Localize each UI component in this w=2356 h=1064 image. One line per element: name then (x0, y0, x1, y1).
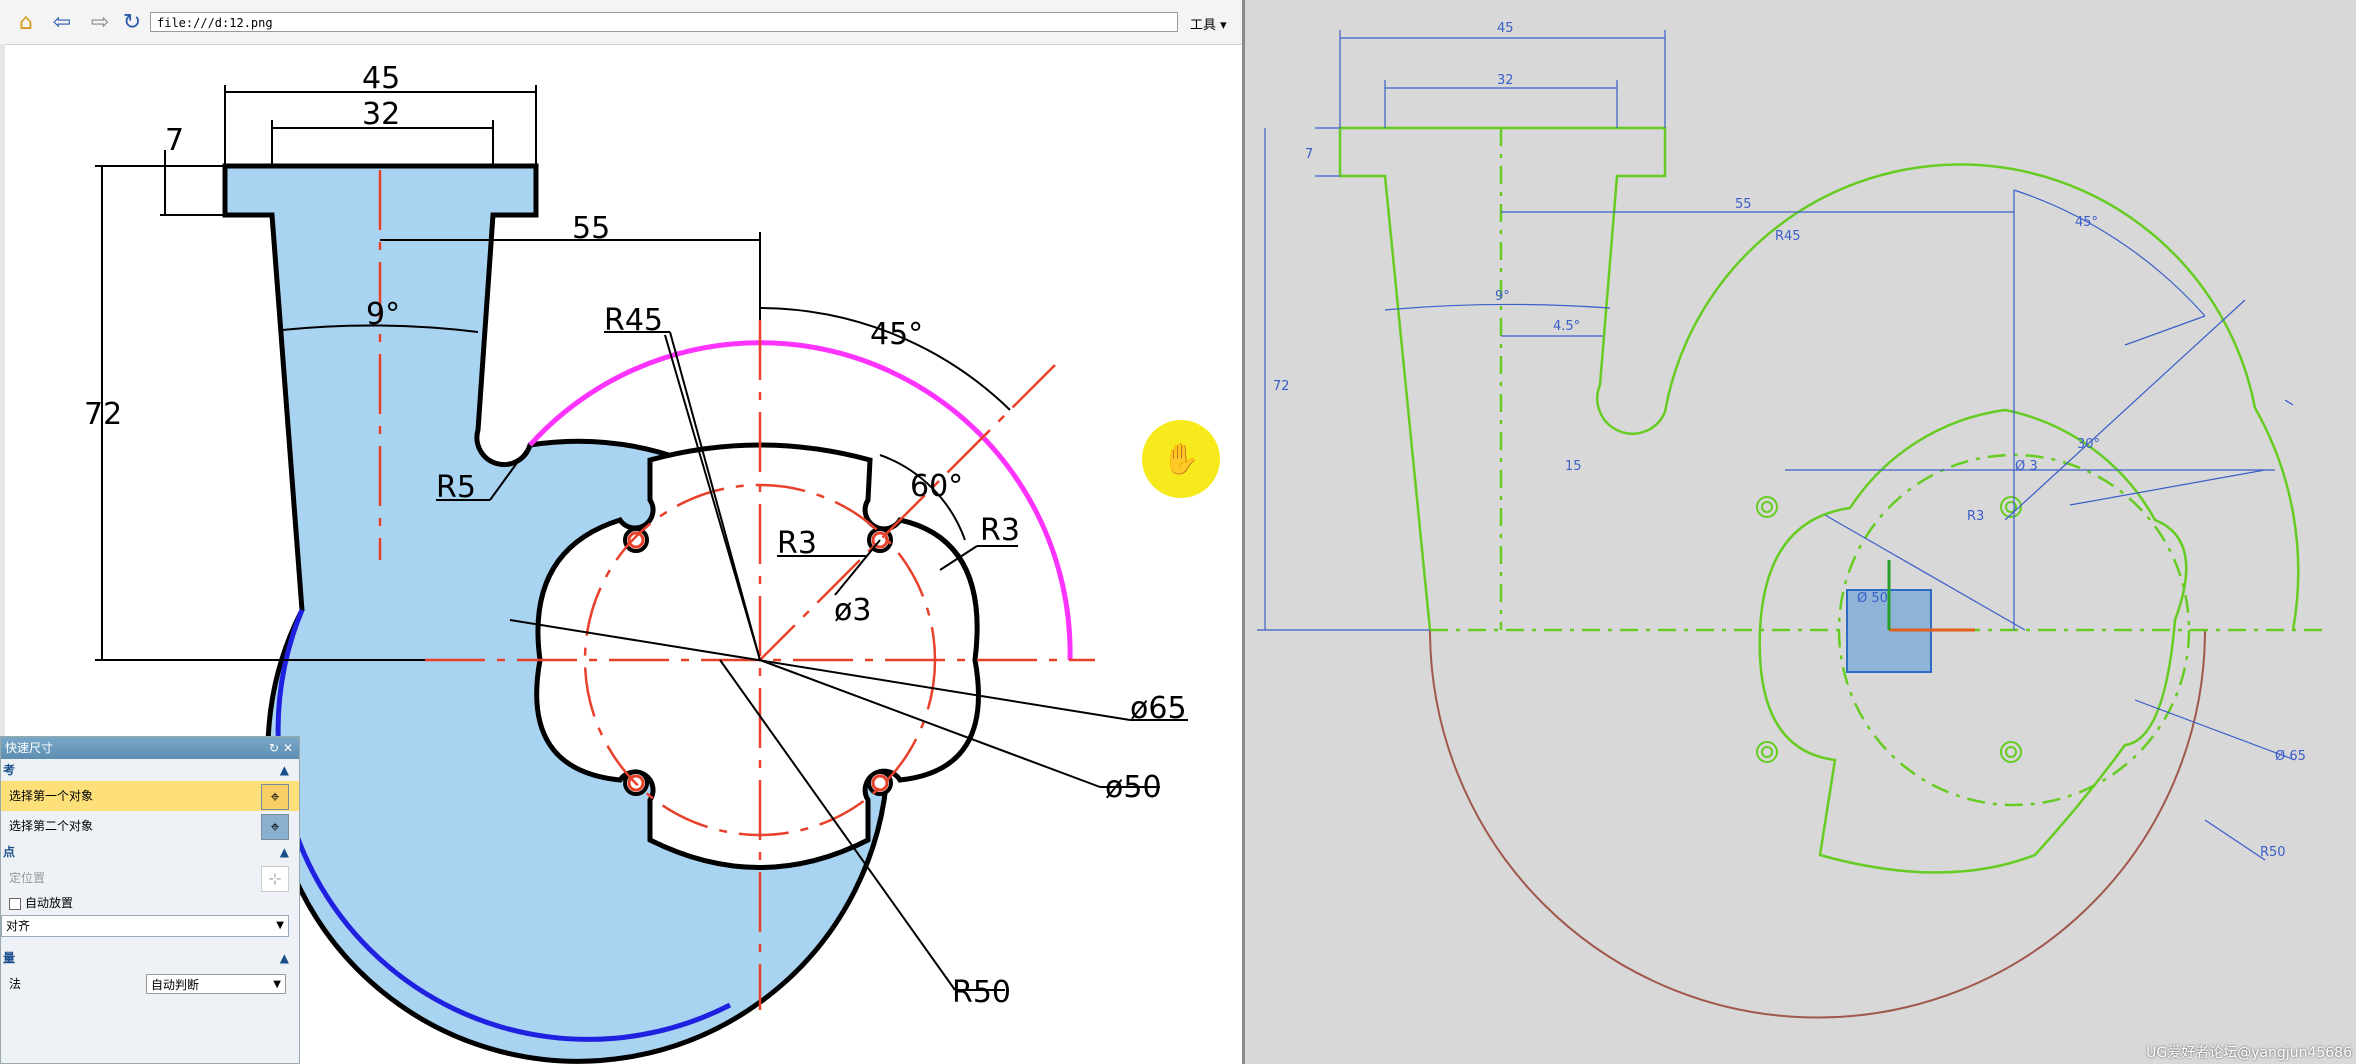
location-icon[interactable]: ⊹ (261, 866, 289, 892)
cad-dim-phi50: Ø 50 (1857, 591, 1888, 606)
select-second-object-row[interactable]: 选择第二个对象 ⌖ (1, 811, 299, 841)
collapse-icon: ▲ (279, 845, 289, 859)
reset-icon[interactable]: ↻ (269, 741, 279, 755)
cad-dim-r45: R45 (1775, 229, 1801, 244)
cad-dim-phi65: Ø 65 (2275, 749, 2306, 764)
cad-dim-r15: 15 (1565, 459, 1582, 474)
cad-viewport[interactable]: 45 32 7 72 55 9° 4.5° 15 R45 45° 30° Ø 3… (1245, 0, 2356, 1064)
cad-dim-32: 32 (1497, 73, 1514, 88)
cad-dim-55: 55 (1735, 197, 1752, 212)
dim-9deg: 9° (366, 297, 400, 332)
crosshair-icon[interactable]: ⌖ (261, 814, 289, 840)
auto-place-row[interactable]: 自动放置 (1, 893, 299, 913)
dim-r3-right: R3 (980, 513, 1020, 548)
cad-dim-4-5deg: 4.5° (1553, 319, 1580, 334)
dim-32: 32 (362, 97, 400, 132)
method-dropdown[interactable]: 自动判断 ▼ (146, 974, 286, 994)
cad-dim-r3: R3 (1967, 509, 1984, 524)
section-reference[interactable]: 考 ▲ (1, 759, 299, 781)
collapse-icon: ▲ (279, 763, 289, 777)
dim-phi50: ø50 (1105, 770, 1162, 805)
dim-phi65: ø65 (1130, 691, 1187, 726)
cad-dim-phi3: Ø 3 (2015, 459, 2038, 474)
watermark: UG爱好者论坛@yangjun45686 (2146, 1045, 2352, 1061)
cad-sketch[interactable]: 45 32 7 72 55 9° 4.5° 15 R45 45° 30° Ø 3… (1245, 0, 2356, 1064)
dialog-title: 快速尺寸 (5, 741, 54, 755)
dim-45deg: 45° (870, 317, 923, 352)
dim-72: 72 (84, 397, 122, 432)
close-icon[interactable]: ✕ (283, 741, 293, 755)
method-row: 法 自动判断 ▼ (1, 969, 299, 999)
dim-r3-left: R3 (777, 526, 817, 561)
dim-r50: R50 (952, 975, 1011, 1010)
align-row[interactable]: 对齐 ▼ (1, 913, 299, 937)
collapse-icon: ▲ (279, 951, 289, 965)
cad-dim-r50: R50 (2260, 845, 2286, 860)
dim-55: 55 (572, 211, 610, 246)
hand-cursor-icon: ✋ (1142, 420, 1220, 498)
section-origin[interactable]: 点 ▲ (1, 841, 299, 863)
select-first-object-row[interactable]: 选择第一个对象 ⌖ (1, 781, 299, 811)
crosshair-icon[interactable]: ⌖ (261, 784, 289, 810)
dim-phi3: ø3 (834, 593, 871, 628)
r50-arc (1429, 629, 2206, 1019)
cad-dim-72: 72 (1273, 379, 1290, 394)
cad-dim-9deg: 9° (1495, 289, 1510, 304)
dim-45: 45 (362, 61, 400, 96)
specify-location-row[interactable]: 定位置 ⊹ (1, 863, 299, 893)
dim-r5: R5 (436, 470, 476, 505)
cad-dimension-labels: 45 32 7 72 55 9° 4.5° 15 R45 45° 30° Ø 3… (1273, 21, 2306, 860)
cad-dim-45: 45 (1497, 21, 1514, 36)
dim-60deg: 60° (910, 469, 963, 504)
cad-dim-7: 7 (1305, 147, 1313, 162)
auto-place-checkbox[interactable] (9, 897, 21, 910)
dim-r45: R45 (604, 303, 663, 338)
cad-dim-30deg: 30° (2077, 437, 2100, 452)
align-dropdown[interactable]: 对齐 ▼ (1, 915, 289, 937)
section-measurement[interactable]: 量 ▲ (1, 947, 299, 969)
sketch-geometry (1338, 126, 2325, 874)
quick-dimension-dialog: 快速尺寸 ↻ ✕ 考 ▲ 选择第一个对象 ⌖ 选择第二个对象 ⌖ 点 ▲ 定位置 ⊹… (0, 736, 300, 1064)
dim-7: 7 (165, 123, 184, 158)
dialog-title-bar: 快速尺寸 ↻ ✕ (1, 737, 299, 759)
app-window: ⌂ ⇦ ⇨ ↻ file:///d:12.png 工具 ▾ 45 32 7 55… (0, 0, 2356, 1064)
cad-dim-45deg: 45° (2075, 215, 2098, 230)
image-viewer-pane: ⌂ ⇦ ⇨ ↻ file:///d:12.png 工具 ▾ 45 32 7 55… (0, 0, 1245, 1064)
